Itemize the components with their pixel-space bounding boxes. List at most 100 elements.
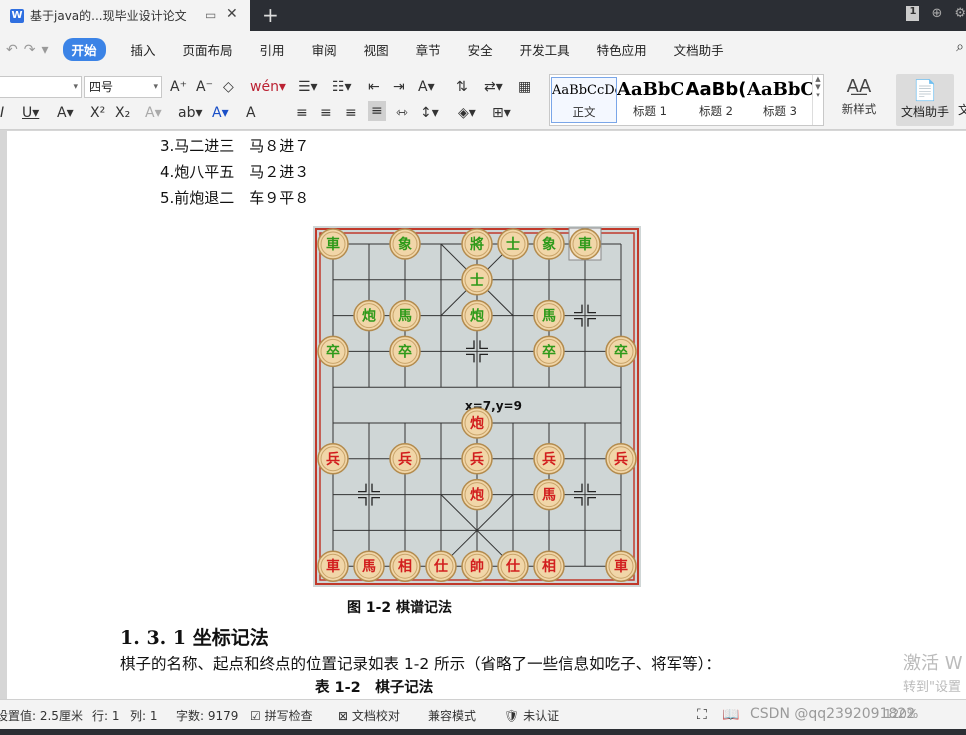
red-piece-馬[interactable]: 馬: [353, 550, 385, 582]
page-badge[interactable]: 1: [906, 6, 920, 21]
red-piece-相[interactable]: 相: [389, 550, 421, 582]
red-piece-兵[interactable]: 兵: [461, 443, 493, 475]
italic-icon[interactable]: I: [0, 103, 4, 123]
proofread-button[interactable]: ⊠ 文档校对: [338, 707, 400, 724]
pin-tab-icon[interactable]: ▭: [205, 8, 216, 22]
doc-assistant-overflow[interactable]: 文: [958, 101, 966, 118]
fullscreen-icon[interactable]: ⛶: [697, 707, 707, 723]
style-normal[interactable]: AaBbCcDd 正文: [551, 77, 617, 123]
red-piece-相[interactable]: 相: [533, 550, 565, 582]
search-icon[interactable]: ⌕: [956, 39, 964, 55]
distributed-icon[interactable]: ⇿: [396, 103, 408, 123]
strikethrough-icon[interactable]: A▾: [57, 103, 74, 123]
menu-tab-6[interactable]: 章节: [416, 40, 441, 59]
spellcheck-button[interactable]: ☑ 拼写检查: [250, 707, 313, 724]
red-piece-炮[interactable]: 炮: [461, 407, 493, 439]
close-tab-icon[interactable]: ✕: [226, 6, 238, 22]
green-piece-馬[interactable]: 馬: [389, 299, 421, 332]
border-icon[interactable]: ⊞▾: [492, 103, 511, 123]
document-page[interactable]: 3.马二进三 马８进７ 4.炮八平五 马２进３ 5.前炮退二 车９平８ x=7,…: [7, 131, 966, 699]
red-piece-車[interactable]: 車: [317, 550, 349, 582]
highlight-icon[interactable]: ab▾: [178, 103, 203, 123]
red-piece-帥[interactable]: 帥: [461, 550, 493, 582]
font-size-select[interactable]: 四号 ▾: [84, 76, 162, 98]
font-family-select[interactable]: ▾: [0, 76, 82, 98]
green-piece-卒[interactable]: 卒: [605, 335, 637, 368]
red-piece-兵[interactable]: 兵: [533, 443, 565, 475]
undo-icon[interactable]: ↶: [6, 42, 18, 58]
red-piece-仕[interactable]: 仕: [497, 550, 529, 582]
red-piece-馬[interactable]: 馬: [533, 478, 565, 511]
document-tab[interactable]: W 基于java的...现毕业设计论文 ▭ ✕: [0, 0, 250, 31]
green-piece-士[interactable]: 士: [497, 228, 529, 260]
table-layout-icon[interactable]: ▦: [518, 77, 531, 97]
green-piece-馬[interactable]: 馬: [533, 299, 565, 332]
menu-tab-3[interactable]: 引用: [260, 40, 285, 59]
red-piece-車[interactable]: 車: [605, 550, 637, 582]
green-piece-將[interactable]: 將: [461, 228, 493, 260]
decrease-indent-icon[interactable]: ⇤: [368, 77, 380, 97]
green-piece-士[interactable]: 士: [461, 264, 493, 296]
new-style-button[interactable]: A͟A 新样式: [834, 76, 884, 117]
font-color-icon[interactable]: A▾: [212, 103, 229, 123]
menu-tab-9[interactable]: 特色应用: [597, 40, 647, 59]
green-piece-卒[interactable]: 卒: [317, 335, 349, 368]
show-marks-icon[interactable]: ⇄▾: [484, 77, 503, 97]
numbered-list-icon[interactable]: ☷▾: [332, 77, 352, 97]
line-spacing-icon[interactable]: ↕▾: [420, 103, 439, 123]
grow-font-icon[interactable]: A⁺: [170, 77, 187, 97]
shrink-font-icon[interactable]: A⁻: [196, 77, 213, 97]
green-piece-卒[interactable]: 卒: [389, 335, 421, 368]
menu-tab-7[interactable]: 安全: [468, 40, 493, 59]
menu-tab-4[interactable]: 审阅: [312, 40, 337, 59]
certification-button[interactable]: 🛡 未认证: [504, 707, 559, 724]
menu-tab-8[interactable]: 开发工具: [520, 40, 570, 59]
justify-icon[interactable]: ≡: [368, 101, 386, 121]
menu-tab-2[interactable]: 页面布局: [183, 40, 233, 59]
green-piece-炮[interactable]: 炮: [353, 299, 385, 332]
style-heading-2[interactable]: AaBb( 标题 2: [683, 77, 749, 123]
quick-access-dropdown-icon[interactable]: ▾: [41, 42, 48, 58]
superscript-icon[interactable]: X²: [90, 103, 105, 123]
status-setting[interactable]: 设置值: 2.5厘米: [0, 707, 83, 724]
green-piece-車[interactable]: 車: [569, 228, 601, 260]
phonetic-guide-icon[interactable]: wén▾: [250, 77, 286, 97]
style-heading-3[interactable]: AaBbC 标题 3: [747, 77, 813, 123]
increase-indent-icon[interactable]: ⇥: [393, 77, 405, 97]
text-effect-icon[interactable]: A▾: [145, 103, 162, 123]
green-piece-炮[interactable]: 炮: [461, 299, 493, 332]
redo-icon[interactable]: ↷: [24, 42, 36, 58]
green-piece-卒[interactable]: 卒: [533, 335, 565, 368]
green-piece-象[interactable]: 象: [533, 228, 565, 260]
red-piece-仕[interactable]: 仕: [425, 550, 457, 582]
clear-format-icon[interactable]: ◇: [223, 77, 234, 97]
style-heading-1[interactable]: AaBbC 标题 1: [617, 77, 683, 123]
menu-tab-5[interactable]: 视图: [364, 40, 389, 59]
align-center-icon[interactable]: ≡: [320, 103, 332, 123]
menu-tab-10[interactable]: 文档助手: [674, 40, 724, 59]
shading-icon[interactable]: ◈▾: [458, 103, 476, 123]
style-gallery-scroll[interactable]: ▲ ▼ ▾: [812, 75, 823, 125]
menu-tab-1[interactable]: 插入: [131, 40, 156, 59]
green-piece-象[interactable]: 象: [389, 228, 421, 260]
green-piece-車[interactable]: 車: [317, 228, 349, 260]
sort-icon[interactable]: ⇅: [456, 77, 468, 97]
red-piece-兵[interactable]: 兵: [605, 443, 637, 475]
status-wordcount[interactable]: 字数: 9179: [176, 707, 238, 724]
document-area[interactable]: 3.马二进三 马８进７ 4.炮八平五 马２进３ 5.前炮退二 车９平８ x=7,…: [0, 131, 966, 699]
char-shading-icon[interactable]: A: [246, 103, 256, 123]
red-piece-兵[interactable]: 兵: [389, 443, 421, 475]
share-icon[interactable]: ⊕: [931, 6, 942, 21]
chinese-layout-icon[interactable]: A▾: [418, 77, 435, 97]
underline-icon[interactable]: U▾: [22, 103, 39, 123]
red-piece-炮[interactable]: 炮: [461, 478, 493, 511]
subscript-icon[interactable]: X₂: [115, 103, 130, 123]
bullet-list-icon[interactable]: ☰▾: [298, 77, 318, 97]
settings-icon[interactable]: ⚙: [954, 6, 966, 21]
new-tab-button[interactable]: +: [262, 3, 279, 27]
doc-assistant-button[interactable]: 📄 文档助手: [896, 74, 954, 126]
red-piece-兵[interactable]: 兵: [317, 443, 349, 475]
read-mode-icon[interactable]: 📖: [722, 707, 739, 723]
align-right-icon[interactable]: ≡: [345, 103, 357, 123]
menu-tab-0[interactable]: 开始: [62, 38, 106, 61]
